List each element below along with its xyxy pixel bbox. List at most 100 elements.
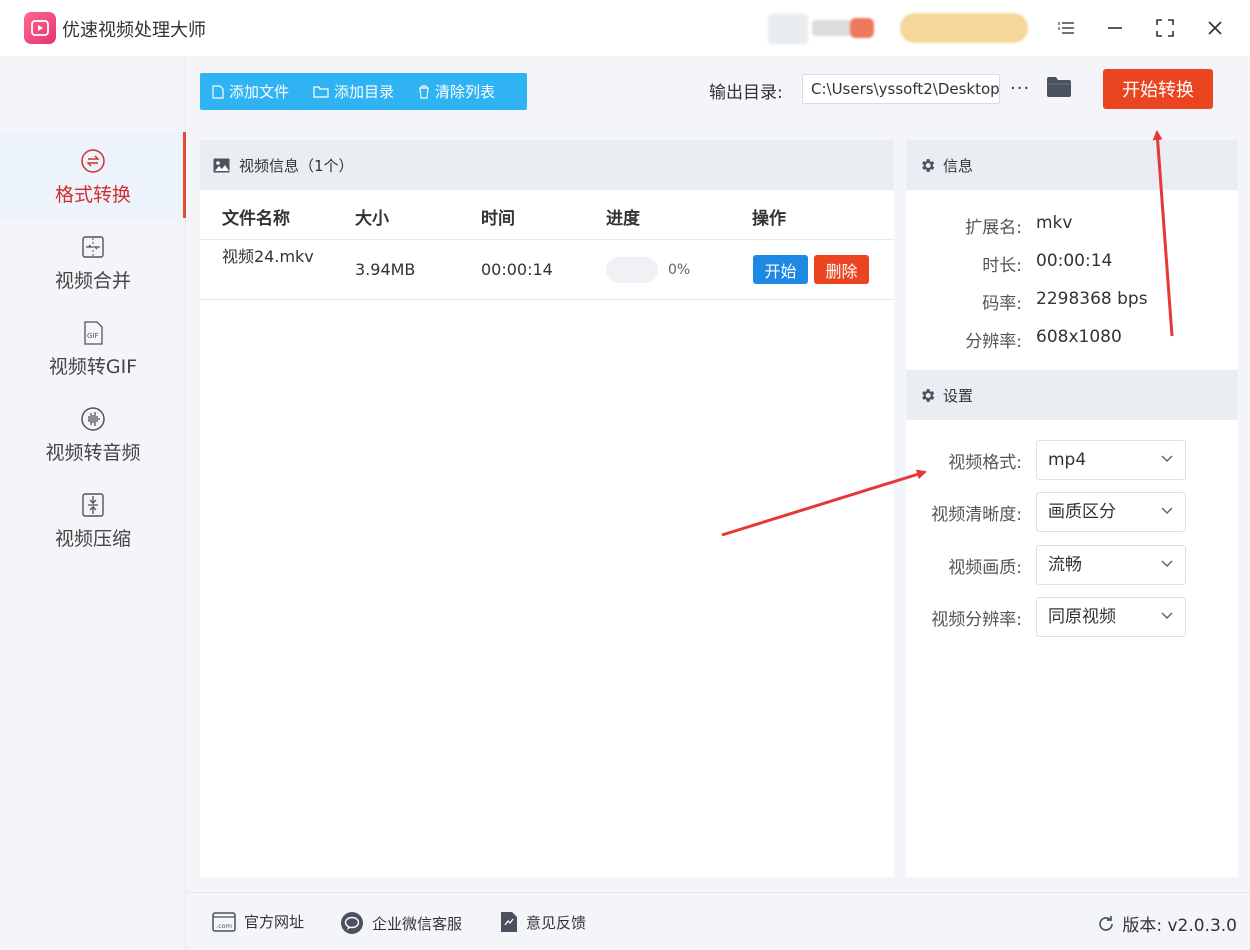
minimize-icon[interactable] xyxy=(1101,14,1129,42)
add-file-button[interactable]: 添加文件 xyxy=(200,73,301,110)
chat-icon xyxy=(341,912,363,934)
file-size: 3.94MB xyxy=(355,260,416,279)
setting-label: 视频画质: xyxy=(948,558,1022,578)
wechat-service-link[interactable]: 企业微信客服 xyxy=(340,911,462,935)
column-header-size: 大小 xyxy=(355,209,389,229)
info-key: 时长: xyxy=(982,256,1022,276)
info-title: 信息 xyxy=(943,156,974,175)
settings-header: 设置 xyxy=(906,370,1238,420)
info-panel: 信息 扩展名: mkv 时长: 00:00:14 码率: 2298368 bps… xyxy=(906,140,1238,877)
menu-icon[interactable] xyxy=(1053,14,1081,42)
version-info[interactable]: 版本: v2.0.3.0 xyxy=(1097,911,1237,936)
feedback-link[interactable]: 意见反馈 xyxy=(500,911,586,933)
setting-label: 视频清晰度: xyxy=(931,505,1022,525)
file-name: 视频24.mkv xyxy=(222,247,314,266)
wechat-service-label: 企业微信客服 xyxy=(372,914,463,933)
feedback-label: 意见反馈 xyxy=(526,913,587,932)
sidebar-item-label: 视频压缩 xyxy=(54,528,131,550)
chevron-down-icon xyxy=(1161,612,1173,620)
image-icon xyxy=(213,158,230,172)
video-resolution-select[interactable]: 同原视频 xyxy=(1036,597,1186,637)
footer: .com 官方网址 企业微信客服 意见反馈 版本: v2.0.3.0 xyxy=(187,892,1250,950)
output-dir-input[interactable]: C:\Users\yssoft2\Desktop xyxy=(802,74,1000,104)
svg-text:GIF: GIF xyxy=(87,332,99,340)
vip-badge-blurred[interactable] xyxy=(900,13,1028,43)
select-value: 流畅 xyxy=(1048,555,1082,575)
delete-button[interactable]: 删除 xyxy=(814,255,869,284)
video-list-header: 视频信息（1个） xyxy=(200,140,894,190)
start-button[interactable]: 开始 xyxy=(753,255,808,284)
info-value: 2298368 bps xyxy=(1036,289,1148,309)
chevron-down-icon xyxy=(1161,507,1173,515)
file-icon xyxy=(212,84,224,99)
audio-icon xyxy=(81,407,105,431)
start-convert-button[interactable]: 开始转换 xyxy=(1103,69,1213,109)
progress-bar xyxy=(606,257,658,283)
app-title: 优速视频处理大师 xyxy=(62,20,206,41)
user-avatar-blurred[interactable] xyxy=(768,14,808,44)
divider xyxy=(200,299,894,300)
column-header-name: 文件名称 xyxy=(222,209,290,229)
trash-icon xyxy=(419,84,430,99)
folder-outline-icon xyxy=(313,86,329,98)
sidebar-item-gif[interactable]: GIF 视频转GIF xyxy=(0,304,186,390)
video-format-select[interactable]: mp4 xyxy=(1036,440,1186,480)
select-value: 画质区分 xyxy=(1048,502,1116,522)
merge-icon xyxy=(82,236,104,258)
chevron-down-icon xyxy=(1161,560,1173,568)
sidebar-item-label: 格式转换 xyxy=(54,184,131,206)
add-directory-button[interactable]: 添加目录 xyxy=(301,73,406,110)
column-header-progress: 进度 xyxy=(606,209,640,229)
sidebar: 格式转换 视频合并 GIF 视频转GIF 视频转音频 视频压缩 xyxy=(0,56,186,950)
info-key: 扩展名: xyxy=(965,218,1022,238)
sidebar-item-format-convert[interactable]: 格式转换 xyxy=(0,132,186,218)
video-clarity-select[interactable]: 画质区分 xyxy=(1036,492,1186,532)
more-button[interactable]: ··· xyxy=(1010,78,1030,99)
setting-video-clarity: 视频清晰度: 画质区分 xyxy=(906,492,1238,532)
file-duration: 00:00:14 xyxy=(481,260,553,279)
website-label: 官方网址 xyxy=(244,913,305,931)
setting-video-format: 视频格式: mp4 xyxy=(906,440,1238,480)
sidebar-item-merge[interactable]: 视频合并 xyxy=(0,218,186,304)
info-value: 608x1080 xyxy=(1036,327,1122,347)
title-bar: 优速视频处理大师 xyxy=(0,0,1250,56)
website-icon: .com xyxy=(212,911,236,932)
sidebar-item-compress[interactable]: 视频压缩 xyxy=(0,476,186,562)
maximize-icon[interactable] xyxy=(1151,14,1179,42)
column-header-time: 时间 xyxy=(481,209,515,229)
info-key: 分辨率: xyxy=(965,332,1022,352)
setting-video-resolution: 视频分辨率: 同原视频 xyxy=(906,597,1238,637)
open-folder-icon[interactable] xyxy=(1046,76,1072,102)
video-list-title: 视频信息（1个） xyxy=(239,156,354,175)
svg-text:.com: .com xyxy=(216,922,232,930)
app-logo xyxy=(24,12,56,44)
refresh-icon xyxy=(1099,915,1114,931)
close-icon[interactable] xyxy=(1201,14,1229,42)
info-key: 码率: xyxy=(982,294,1022,314)
gear-icon xyxy=(922,158,935,172)
sidebar-item-audio[interactable]: 视频转音频 xyxy=(0,390,186,476)
divider xyxy=(200,239,894,240)
gif-icon: GIF xyxy=(84,321,103,345)
settings-title: 设置 xyxy=(943,386,974,405)
clear-list-button[interactable]: 清除列表 xyxy=(406,73,507,110)
column-header-actions: 操作 xyxy=(752,209,786,229)
select-value: mp4 xyxy=(1048,450,1087,470)
website-link[interactable]: .com 官方网址 xyxy=(212,911,304,932)
gear-icon xyxy=(922,388,935,402)
select-value: 同原视频 xyxy=(1048,607,1116,627)
version-label: 版本: v2.0.3.0 xyxy=(1122,916,1237,936)
file-actions-group: 添加文件 添加目录 清除列表 xyxy=(200,73,527,110)
sidebar-item-label: 视频转音频 xyxy=(45,442,141,464)
add-file-label: 添加文件 xyxy=(229,83,290,101)
video-list-panel: 视频信息（1个） 文件名称 大小 时间 进度 操作 视频24.mkv 3.94M… xyxy=(200,140,894,877)
setting-label: 视频分辨率: xyxy=(931,610,1022,630)
output-dir-label: 输出目录: xyxy=(709,83,783,103)
setting-label: 视频格式: xyxy=(948,453,1022,473)
setting-video-quality: 视频画质: 流畅 xyxy=(906,545,1238,585)
format-convert-icon xyxy=(81,149,105,173)
chevron-down-icon xyxy=(1161,455,1173,463)
info-value: mkv xyxy=(1036,213,1073,233)
clear-list-label: 清除列表 xyxy=(435,83,496,101)
video-quality-select[interactable]: 流畅 xyxy=(1036,545,1186,585)
